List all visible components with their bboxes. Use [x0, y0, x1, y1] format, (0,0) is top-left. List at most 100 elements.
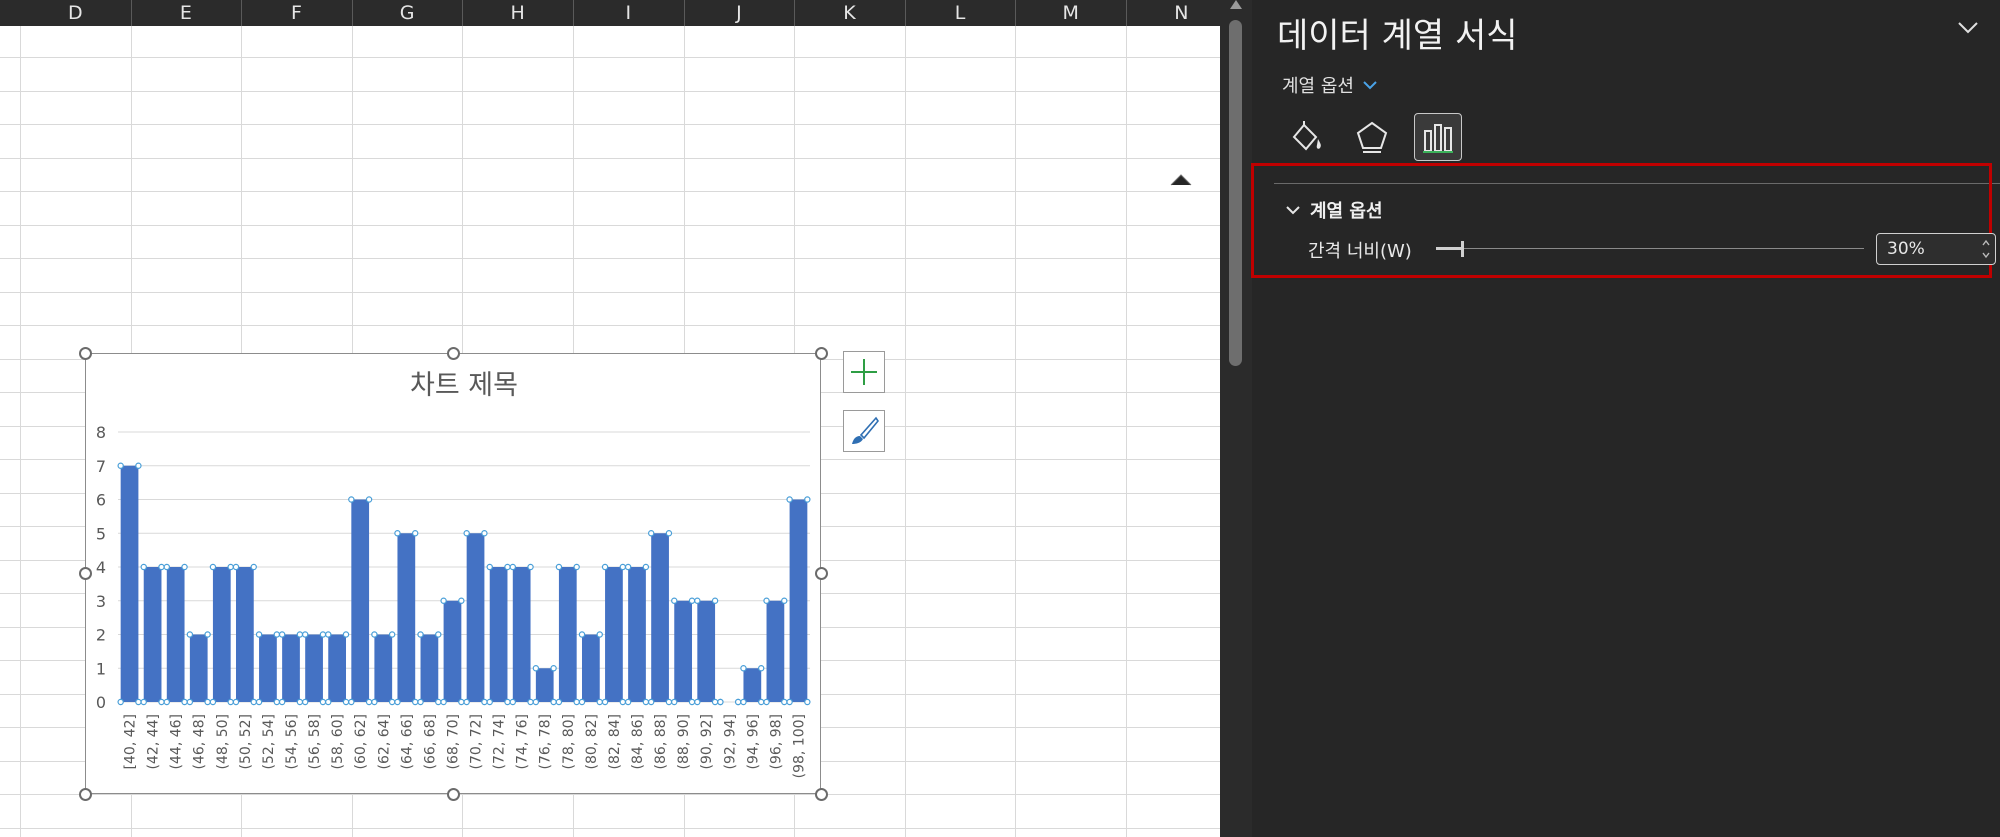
column-header-f[interactable]: F — [241, 0, 353, 26]
bar — [466, 533, 485, 702]
chart-area[interactable]: 차트 제목 0 1 2 3 4 5 6 7 8 [40, 42] (42, 44] (44, 46] (4… — [85, 353, 821, 794]
fill-line-icon — [1292, 121, 1321, 151]
bar-selection-marker — [596, 698, 603, 706]
bar-selection-marker — [527, 563, 534, 571]
bar-selection-marker — [296, 631, 304, 638]
bar — [628, 567, 646, 702]
bar-selection-marker — [388, 698, 396, 706]
pane-options-chevron[interactable] — [1954, 14, 1982, 42]
chart-handle-top-right[interactable] — [815, 347, 828, 360]
chart-handle-top-middle[interactable] — [447, 347, 460, 360]
bar-selection-marker — [601, 563, 609, 571]
series-options-dropdown[interactable]: 계열 옵션 — [1282, 72, 1378, 98]
chart-handle-top-left[interactable] — [79, 347, 92, 360]
bar-selection-marker — [227, 563, 234, 571]
bar-selection-marker — [365, 496, 373, 503]
slider-fill — [1436, 247, 1462, 250]
bar-selection-marker — [555, 563, 563, 571]
x-tick-label: (96, 98] — [768, 714, 784, 769]
bar-selection-marker — [319, 631, 327, 638]
plus-icon — [851, 359, 877, 385]
column-header-d[interactable]: D — [20, 0, 132, 26]
chevron-down-icon — [1958, 22, 1978, 34]
column-header-e[interactable]: E — [131, 0, 243, 26]
chart-handle-middle-right[interactable] — [815, 567, 828, 580]
bar-selection-marker — [671, 698, 678, 706]
bar-selection-marker — [509, 563, 516, 571]
bar — [674, 600, 693, 702]
x-tick-label: (42, 44] — [146, 714, 162, 769]
bar-selection-marker — [250, 698, 257, 706]
chart-handle-bottom-right[interactable] — [815, 788, 828, 801]
chart-handle-bottom-left[interactable] — [79, 788, 92, 801]
bar — [120, 465, 139, 702]
bar — [789, 499, 808, 702]
tab-series-options[interactable] — [1414, 113, 1462, 161]
x-tick-label: (74, 76] — [515, 714, 531, 769]
bar-selection-marker — [763, 698, 770, 706]
bar-selection-marker — [504, 563, 511, 571]
x-tick-label: (90, 92] — [699, 714, 715, 769]
grid-row-line — [0, 124, 1220, 125]
scroll-up-arrow[interactable] — [1230, 0, 1242, 9]
bar — [143, 567, 162, 702]
tab-effects[interactable] — [1348, 113, 1396, 161]
bar-selection-marker — [804, 496, 811, 503]
bar-selection-marker — [209, 698, 217, 706]
bar — [420, 634, 439, 702]
bar-selection-marker — [688, 597, 696, 604]
bar-selection-marker — [250, 563, 257, 571]
bar-selection-marker — [371, 698, 378, 706]
chart-title: 차트 제목 — [410, 370, 518, 401]
column-header-h[interactable]: H — [462, 0, 574, 26]
bar-selection-marker — [348, 496, 355, 503]
chart-elements-button[interactable] — [843, 351, 885, 393]
bar-selection-marker — [481, 698, 488, 706]
bar — [512, 567, 531, 702]
column-header-bar: DEFGHIJKLMN — [0, 0, 1220, 26]
column-header-j[interactable]: J — [684, 0, 796, 26]
series-options-section-header[interactable]: 계열 옵션 — [1286, 197, 1383, 223]
column-header-n[interactable]: N — [1126, 0, 1220, 26]
bar-selection-marker — [740, 698, 747, 706]
tab-fill-line[interactable] — [1282, 113, 1330, 161]
column-header-l[interactable]: L — [905, 0, 1017, 26]
gap-width-spinner[interactable]: 30% — [1876, 233, 1996, 265]
bar-selection-marker — [117, 462, 124, 469]
x-tick-label: (52, 54] — [261, 714, 277, 769]
bar — [328, 634, 347, 702]
bar-selection-marker — [273, 698, 281, 706]
bar-selection-marker — [555, 698, 563, 706]
bar-selection-marker — [458, 698, 465, 706]
effects-pentagon-icon — [1356, 121, 1388, 153]
bar-selection-marker — [486, 563, 493, 571]
bar-selection-marker — [232, 698, 240, 706]
vertical-scrollbar[interactable] — [1220, 0, 1252, 837]
x-tick-label: (46, 48] — [192, 714, 208, 769]
bar-selection-marker — [601, 698, 609, 706]
x-tick-label: (88, 90] — [676, 714, 692, 769]
x-tick-label: (86, 88] — [653, 714, 669, 769]
bar-selection-marker — [665, 698, 673, 706]
column-header-i[interactable]: I — [573, 0, 685, 26]
bar-selection-marker — [440, 698, 447, 706]
column-header-m[interactable]: M — [1015, 0, 1127, 26]
chart-handle-middle-left[interactable] — [79, 567, 92, 580]
spinner-arrows-icon[interactable] — [1981, 236, 1991, 262]
slider-track — [1436, 248, 1864, 249]
bar-selection-marker — [624, 698, 632, 706]
bar-selection-marker — [417, 698, 424, 706]
bar-selection-marker — [647, 698, 655, 706]
gap-width-slider[interactable] — [1436, 240, 1864, 258]
gap-width-value[interactable]: 30% — [1887, 239, 1925, 259]
chart-styles-button[interactable] — [843, 410, 885, 452]
column-header-g[interactable]: G — [352, 0, 464, 26]
scrollbar-thumb[interactable] — [1229, 20, 1242, 366]
chevron-down-icon — [1363, 81, 1377, 90]
chart-svg: 차트 제목 0 1 2 3 4 5 6 7 8 [40, 42] (42, 44] (44, 46] (4… — [96, 370, 811, 778]
bar-selection-marker — [665, 530, 673, 537]
slider-knob[interactable] — [1460, 241, 1464, 257]
column-header-k[interactable]: K — [794, 0, 906, 26]
chart-handle-bottom-middle[interactable] — [447, 788, 460, 801]
x-tick-label: (72, 74] — [492, 714, 508, 769]
